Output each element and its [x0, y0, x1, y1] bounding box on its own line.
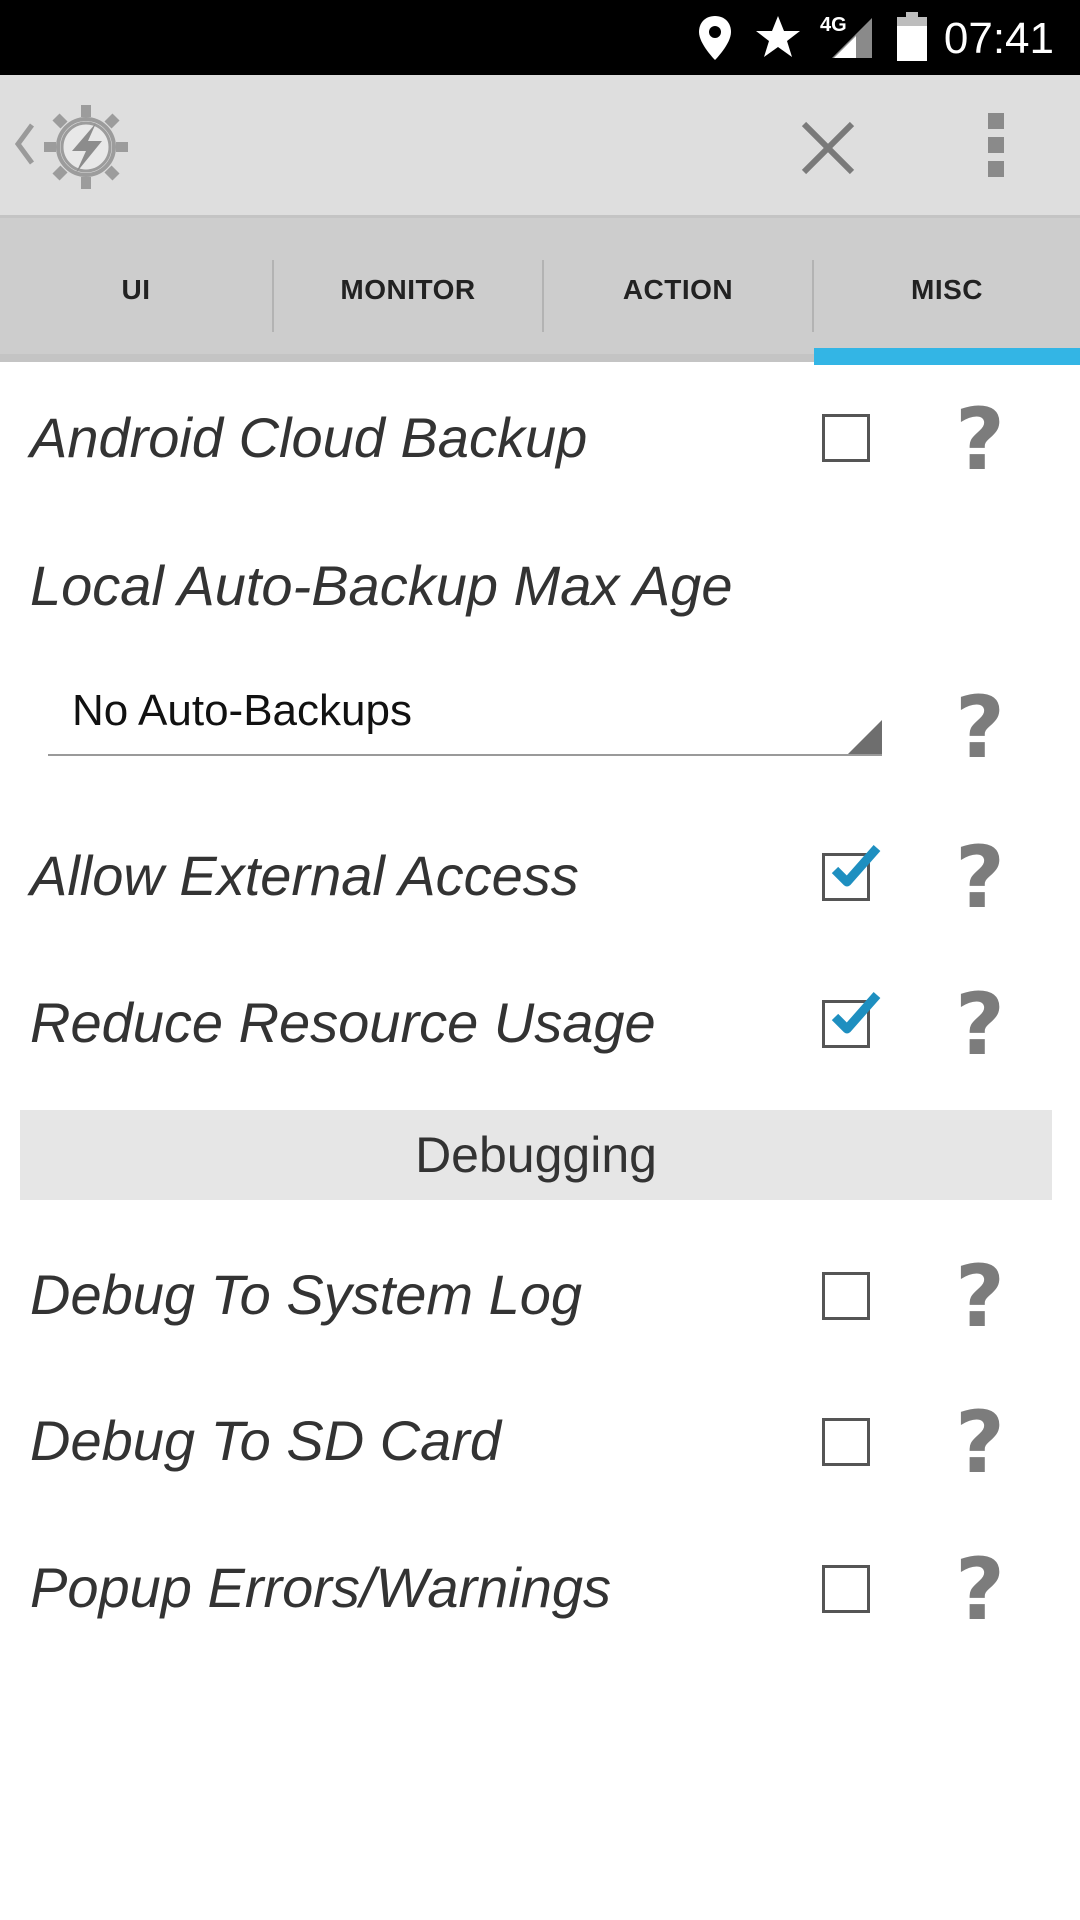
- debug-sd-card-checkbox[interactable]: [822, 1418, 870, 1466]
- tab-bar-underline: [0, 354, 814, 362]
- gear-lightning-icon[interactable]: [40, 101, 132, 193]
- debug-sd-card-label: Debug To SD Card: [30, 1409, 502, 1472]
- tab-action[interactable]: ACTION: [544, 218, 812, 362]
- close-icon: [801, 121, 855, 175]
- auto-backup-dropdown-value: No Auto-Backups: [72, 686, 412, 735]
- signal-icon: [832, 18, 872, 58]
- help-button[interactable]: ?: [950, 397, 1010, 483]
- status-bar: 4G 07:41: [0, 0, 1080, 75]
- action-bar: [0, 75, 1080, 215]
- allow-external-access-checkbox[interactable]: [822, 845, 881, 901]
- help-button[interactable]: ?: [950, 835, 1010, 921]
- overflow-menu-button[interactable]: [960, 105, 1032, 185]
- help-button[interactable]: ?: [950, 982, 1010, 1068]
- tab-ui[interactable]: UI: [0, 218, 272, 362]
- star-icon: [756, 16, 800, 57]
- checkmark-icon: [831, 845, 881, 887]
- chevron-left-icon[interactable]: [12, 119, 36, 169]
- location-icon: [699, 16, 731, 60]
- android-cloud-backup-label: Android Cloud Backup: [30, 406, 588, 469]
- help-button[interactable]: ?: [950, 1400, 1010, 1486]
- debugging-section-header: Debugging: [20, 1110, 1052, 1200]
- local-auto-backup-label: Local Auto-Backup Max Age: [30, 554, 733, 617]
- auto-backup-dropdown[interactable]: No Auto-Backups: [48, 680, 882, 756]
- help-button[interactable]: ?: [950, 1254, 1010, 1340]
- reduce-resource-usage-label: Reduce Resource Usage: [30, 991, 656, 1054]
- dropdown-arrow-icon: [848, 720, 882, 754]
- checkmark-icon: [831, 992, 881, 1034]
- close-button[interactable]: [788, 113, 868, 183]
- allow-external-access-label: Allow External Access: [30, 844, 579, 907]
- android-cloud-backup-checkbox[interactable]: [822, 414, 870, 462]
- tab-monitor[interactable]: MONITOR: [274, 218, 542, 362]
- battery-icon: [897, 12, 927, 61]
- tab-selected-indicator: [814, 348, 1080, 365]
- popup-errors-label: Popup Errors/Warnings: [30, 1556, 611, 1619]
- more-vert-icon: [988, 113, 1004, 129]
- help-button[interactable]: ?: [950, 685, 1010, 771]
- help-button[interactable]: ?: [950, 1547, 1010, 1633]
- reduce-resource-usage-checkbox[interactable]: [822, 992, 881, 1048]
- tab-bar: UI MONITOR ACTION MISC: [0, 215, 1080, 365]
- debug-system-log-checkbox[interactable]: [822, 1272, 870, 1320]
- tab-misc[interactable]: MISC: [814, 218, 1080, 362]
- popup-errors-checkbox[interactable]: [822, 1565, 870, 1613]
- status-time: 07:41: [943, 14, 1054, 63]
- debug-system-log-label: Debug To System Log: [30, 1263, 583, 1326]
